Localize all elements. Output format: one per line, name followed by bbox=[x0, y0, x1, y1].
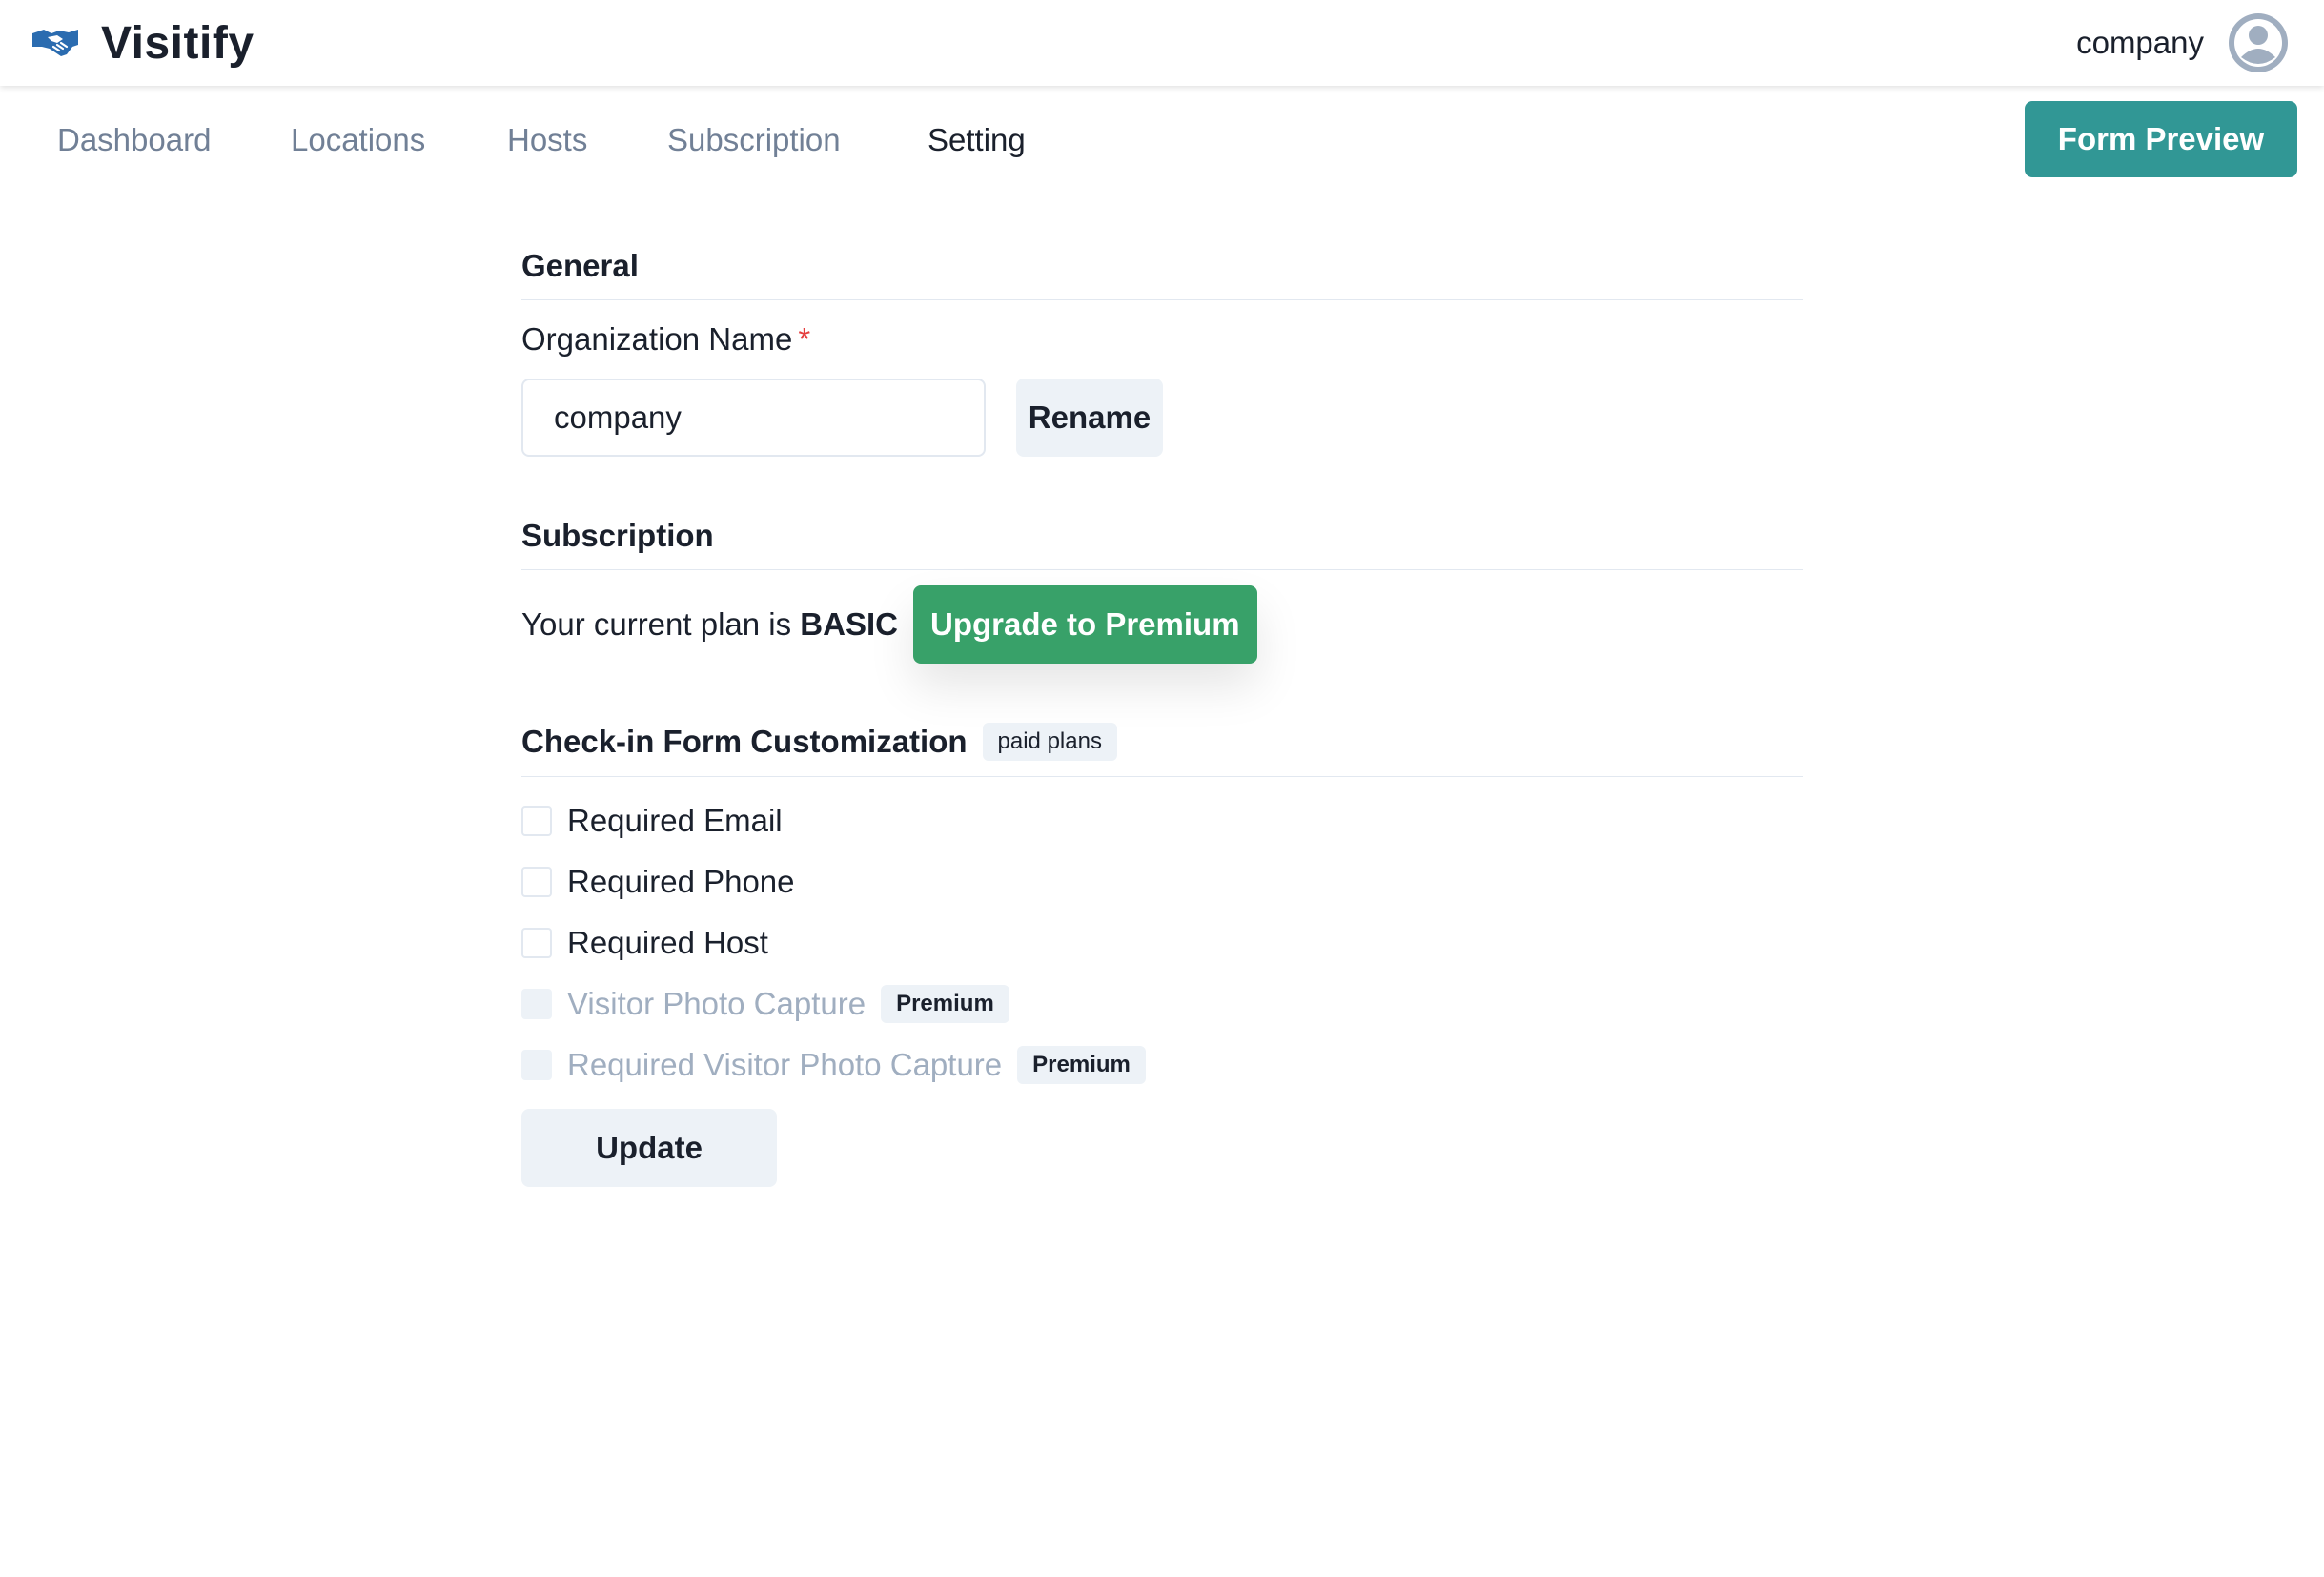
org-name-input[interactable] bbox=[521, 379, 986, 457]
option-required-host[interactable]: Required Host bbox=[521, 912, 1803, 973]
tab-setting[interactable]: Setting bbox=[928, 122, 1026, 158]
top-bar: Visitify company bbox=[0, 0, 2324, 86]
checkbox-required-email[interactable] bbox=[521, 806, 552, 836]
premium-badge: Premium bbox=[1017, 1046, 1146, 1084]
tab-dashboard[interactable]: Dashboard bbox=[57, 122, 211, 158]
subscription-section: Subscription Your current plan is BASIC … bbox=[521, 518, 1803, 664]
user-name: company bbox=[2076, 25, 2204, 60]
checkbox-required-visitor-photo-capture bbox=[521, 1050, 552, 1080]
checkin-section: Check-in Form Customization paid plans R… bbox=[521, 723, 1803, 1187]
checkin-options: Required Email Required Phone Required H… bbox=[521, 790, 1803, 1096]
user-menu[interactable]: company bbox=[2076, 10, 2290, 76]
option-required-email[interactable]: Required Email bbox=[521, 790, 1803, 851]
checkbox-visitor-photo-capture bbox=[521, 989, 552, 1019]
rename-row: Rename bbox=[521, 379, 1803, 457]
current-plan-text: Your current plan is BASIC bbox=[521, 606, 898, 642]
paid-plans-badge: paid plans bbox=[982, 723, 1117, 761]
subscription-title: Subscription bbox=[521, 518, 1803, 570]
general-title: General bbox=[521, 248, 1803, 300]
update-button[interactable]: Update bbox=[521, 1109, 777, 1187]
app-name: Visitify bbox=[101, 17, 255, 69]
premium-badge: Premium bbox=[881, 985, 1009, 1023]
upgrade-premium-button[interactable]: Upgrade to Premium bbox=[912, 585, 1257, 664]
general-section: General Organization Name* Rename bbox=[521, 248, 1803, 457]
required-mark: * bbox=[798, 321, 811, 357]
tab-locations[interactable]: Locations bbox=[291, 122, 425, 158]
settings-content: General Organization Name* Rename Subscr… bbox=[521, 248, 1803, 1187]
checkbox-required-host[interactable] bbox=[521, 928, 552, 958]
form-preview-button[interactable]: Form Preview bbox=[2025, 101, 2297, 177]
plan-name: BASIC bbox=[800, 606, 898, 642]
rename-button[interactable]: Rename bbox=[1016, 379, 1163, 457]
tab-subscription[interactable]: Subscription bbox=[667, 122, 841, 158]
plan-row: Your current plan is BASIC Upgrade to Pr… bbox=[521, 585, 1803, 664]
option-required-phone[interactable]: Required Phone bbox=[521, 851, 1803, 912]
checkbox-required-phone[interactable] bbox=[521, 867, 552, 897]
org-name-label: Organization Name * bbox=[521, 321, 811, 357]
user-circle-icon[interactable] bbox=[2227, 11, 2290, 74]
option-required-visitor-photo-capture: Required Visitor Photo Capture Premium bbox=[521, 1034, 1803, 1096]
option-visitor-photo-capture: Visitor Photo Capture Premium bbox=[521, 973, 1803, 1034]
tab-hosts[interactable]: Hosts bbox=[507, 122, 587, 158]
main-nav: Dashboard Locations Hosts Subscription S… bbox=[0, 86, 2324, 196]
handshake-icon bbox=[32, 30, 78, 56]
checkin-title: Check-in Form Customization paid plans bbox=[521, 723, 1803, 777]
app-logo[interactable]: Visitify bbox=[31, 17, 255, 69]
